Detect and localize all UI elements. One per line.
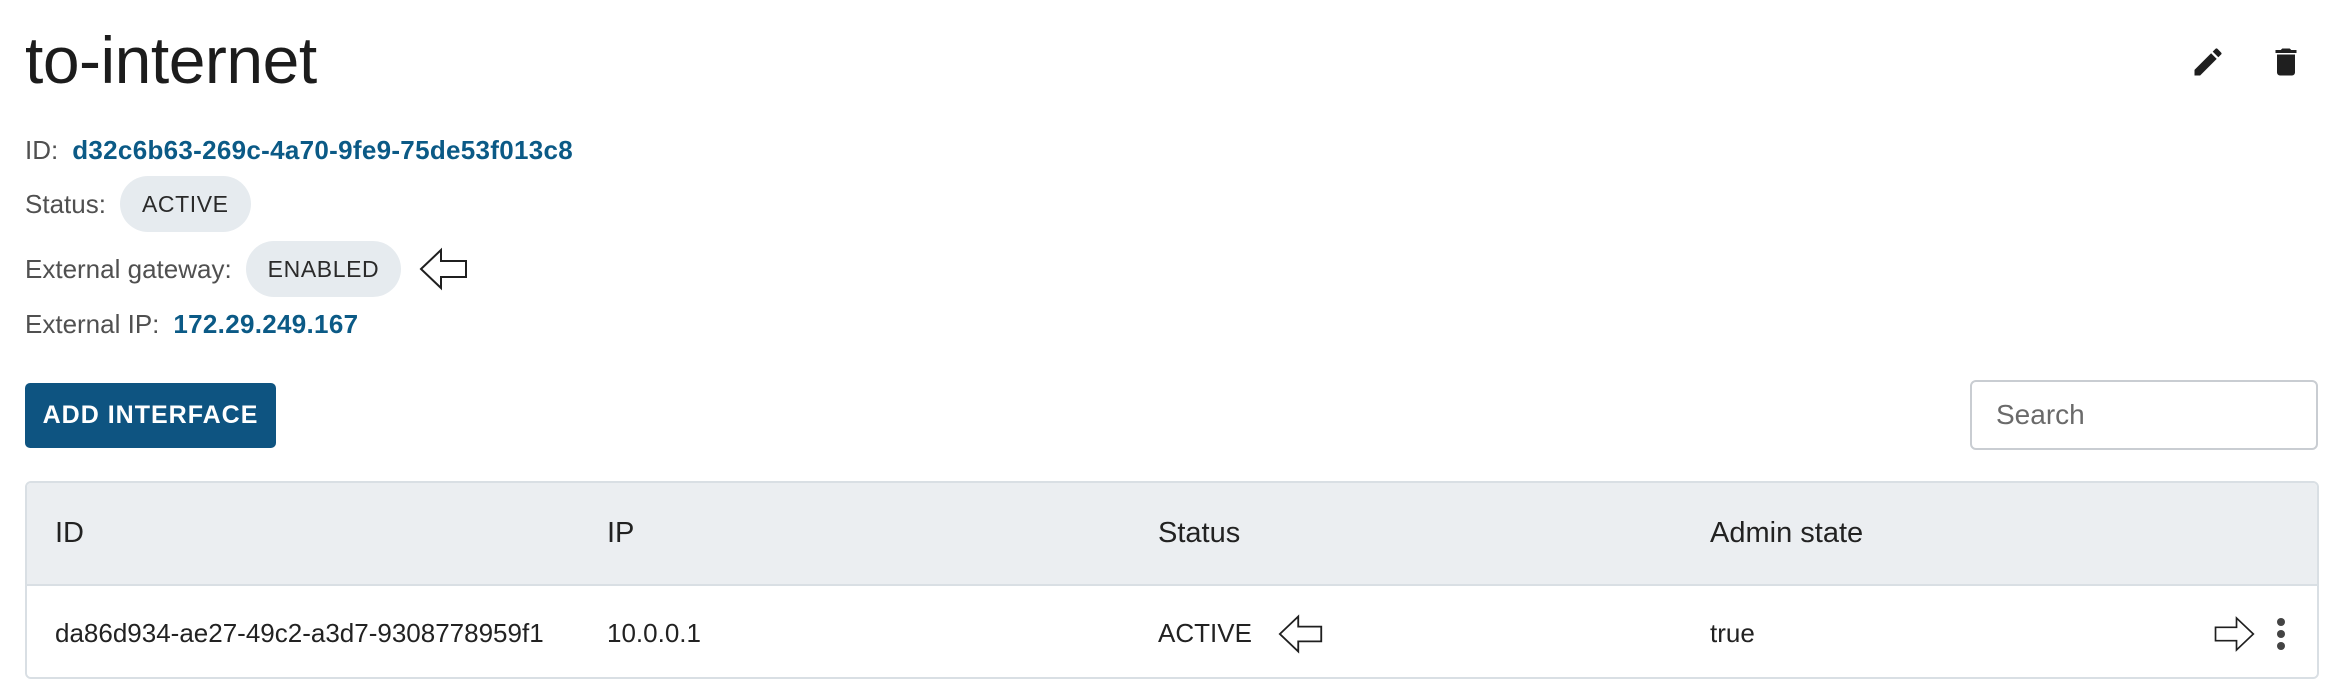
gateway-badge: ENABLED [245,241,402,297]
status-label: Status: [25,188,106,219]
cell-status: ACTIVE [1158,586,1324,677]
add-interface-button[interactable]: ADD INTERFACE [25,383,276,448]
page-title: to-internet [25,23,317,97]
column-header-id[interactable]: ID [55,483,84,584]
column-header-ip[interactable]: IP [607,483,634,584]
column-header-status[interactable]: Status [1158,483,1240,584]
external-ip-row: External IP: 172.29.249.167 [25,307,358,341]
gateway-row: External gateway: ENABLED [25,241,469,297]
search-input[interactable] [1970,380,2318,450]
arrow-left-icon [1278,613,1324,655]
table-row[interactable]: da86d934-ae27-49c2-a3d7-9308778959f1 10.… [27,586,2317,677]
id-row: ID: d32c6b63-269c-4a70-9fe9-75de53f013c8 [25,133,573,167]
row-actions [2213,586,2293,677]
pencil-icon [2194,48,2222,76]
interfaces-table: ID IP Status Admin state da86d934-ae27-4… [25,481,2319,679]
router-id-link[interactable]: d32c6b63-269c-4a70-9fe9-75de53f013c8 [72,135,573,166]
header-actions [2186,40,2308,84]
arrow-left-icon [419,247,469,291]
row-menu-button[interactable] [2269,612,2293,656]
external-ip-link[interactable]: 172.29.249.167 [173,309,358,340]
external-ip-label: External IP: [25,308,160,339]
more-vertical-icon [2277,617,2285,650]
cell-ip: 10.0.0.1 [607,618,701,648]
cell-interface-id: da86d934-ae27-49c2-a3d7-9308778959f1 [55,618,544,648]
id-label: ID: [25,134,59,165]
trash-icon [2275,48,2297,76]
status-badge: ACTIVE [119,176,251,232]
column-header-admin-state[interactable]: Admin state [1710,483,1863,584]
gateway-label: External gateway: [25,253,232,284]
table-header: ID IP Status Admin state [27,483,2317,586]
delete-button[interactable] [2264,40,2308,84]
cell-admin-state: true [1710,618,1755,648]
arrow-right-icon [2213,614,2255,654]
edit-button[interactable] [2186,40,2230,84]
status-row: Status: ACTIVE [25,176,251,232]
cell-status-text: ACTIVE [1158,618,1252,648]
